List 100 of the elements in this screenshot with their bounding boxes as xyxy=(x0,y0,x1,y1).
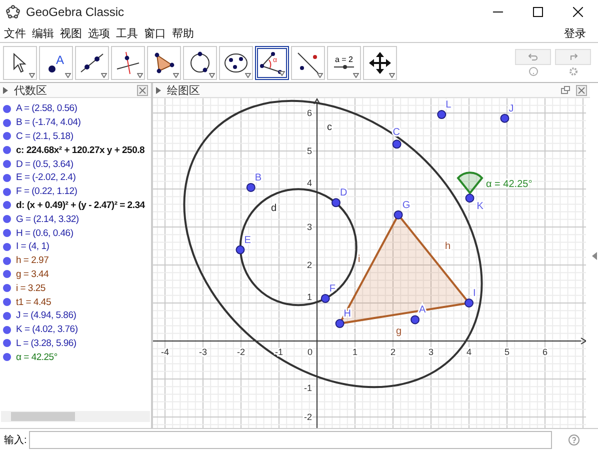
input-field[interactable] xyxy=(28,431,552,449)
close-icon[interactable] xyxy=(576,84,587,96)
algebra-item[interactable]: F = (0.22, 1.12) xyxy=(16,186,78,198)
login-link[interactable]: 登录 xyxy=(564,26,586,40)
visibility-dot[interactable] xyxy=(3,270,11,278)
expand-triangle-icon[interactable] xyxy=(156,86,161,94)
algebra-item[interactable]: L = (3.28, 5.96) xyxy=(16,338,76,349)
visibility-dot[interactable] xyxy=(3,229,11,238)
tool-button[interactable] xyxy=(183,46,217,80)
visibility-dot[interactable] xyxy=(3,188,11,196)
tool-button[interactable]: A xyxy=(39,46,73,80)
perpendicular-line-icon xyxy=(116,50,140,74)
algebra-item[interactable]: D = (0.5, 3.64) xyxy=(16,158,74,170)
horizontal-scrollbar[interactable] xyxy=(1,411,150,422)
menu-item[interactable]: 帮助 xyxy=(172,26,194,40)
axis-label: -1 xyxy=(275,347,283,357)
point[interactable] xyxy=(236,245,245,254)
menu-item[interactable]: 选项 xyxy=(88,26,110,40)
menu-item[interactable]: 工具 xyxy=(116,26,138,40)
curve-label: g xyxy=(396,326,402,337)
tool-button[interactable] xyxy=(111,46,145,80)
visibility-dot[interactable] xyxy=(3,312,11,320)
algebra-item[interactable]: E = (-2.02, 2.4) xyxy=(16,172,76,184)
point[interactable] xyxy=(465,194,474,203)
close-icon[interactable] xyxy=(137,84,148,96)
arrow-cursor-icon xyxy=(12,52,28,72)
axis-label: -2 xyxy=(304,412,312,422)
tool-button[interactable] xyxy=(75,46,109,80)
tool-button[interactable] xyxy=(147,46,181,80)
circle-icon xyxy=(188,50,212,74)
panel-title: 代数区 xyxy=(14,84,48,98)
algebra-item[interactable]: B = (-1.74, 4.04) xyxy=(16,117,81,128)
input-label: 输入: xyxy=(4,434,27,447)
undock-icon[interactable] xyxy=(561,86,570,94)
visibility-dot[interactable] xyxy=(3,132,11,140)
algebra-item[interactable]: K = (4.02, 3.76) xyxy=(16,324,78,336)
point[interactable] xyxy=(500,114,510,123)
algebra-item[interactable]: H = (0.6, 0.46) xyxy=(16,228,74,239)
caret-icon xyxy=(101,72,107,78)
undo-button[interactable] xyxy=(515,49,551,65)
visibility-dot[interactable] xyxy=(3,215,11,224)
visibility-dot[interactable] xyxy=(3,160,11,168)
tool-button[interactable] xyxy=(363,46,397,80)
visibility-dot[interactable] xyxy=(3,104,11,113)
caret-icon xyxy=(353,72,359,78)
axis-label: -3 xyxy=(199,347,207,357)
side-panel-arrow-icon[interactable] xyxy=(592,252,596,260)
algebra-item[interactable]: G = (2.14, 3.32) xyxy=(16,214,79,225)
point-label: E xyxy=(244,234,251,246)
point[interactable] xyxy=(394,210,403,220)
point[interactable] xyxy=(392,140,402,149)
tool-button[interactable]: a = 2 xyxy=(327,46,361,80)
visibility-dot[interactable] xyxy=(3,174,11,182)
algebra-item[interactable]: I = (4, 1) xyxy=(16,241,50,252)
visibility-dot[interactable] xyxy=(3,242,11,251)
point-icon xyxy=(48,64,56,72)
axis-label: 2 xyxy=(390,347,396,357)
algebra-item[interactable]: d: (x + 0.49)² + (y - 2.47)² = 2.34 xyxy=(16,200,145,211)
algebra-item[interactable]: C = (2.1, 5.18) xyxy=(16,130,74,142)
axis-label: 3 xyxy=(306,222,312,232)
point[interactable] xyxy=(410,315,420,324)
menu-item[interactable]: 视图 xyxy=(60,26,82,40)
algebra-item[interactable]: t1 = 4.45 xyxy=(16,296,51,308)
visibility-dot[interactable] xyxy=(3,201,11,210)
menu-item[interactable]: 窗口 xyxy=(144,26,166,40)
algebra-item[interactable]: A = (2.58, 0.56) xyxy=(16,103,78,114)
visibility-dot[interactable] xyxy=(3,326,11,334)
algebra-item[interactable]: J = (4.94, 5.86) xyxy=(16,310,76,322)
point[interactable] xyxy=(246,182,256,192)
caret-icon xyxy=(245,72,251,78)
axis-label: 5 xyxy=(306,146,312,156)
point[interactable] xyxy=(335,319,344,328)
point[interactable] xyxy=(320,294,330,303)
tool-button[interactable] xyxy=(219,46,253,80)
help-icon[interactable] xyxy=(568,434,580,446)
algebra-item[interactable]: g = 3.44 xyxy=(16,268,49,280)
point[interactable] xyxy=(332,198,340,208)
algebra-item[interactable]: i = 3.25 xyxy=(16,282,46,294)
visibility-dot[interactable] xyxy=(3,353,11,362)
visibility-dot[interactable] xyxy=(3,256,11,265)
caret-icon xyxy=(209,72,215,78)
algebra-item[interactable]: h = 2.97 xyxy=(16,255,49,266)
visibility-dot[interactable] xyxy=(3,146,11,154)
visibility-dot[interactable] xyxy=(3,339,11,348)
tool-button[interactable] xyxy=(3,46,37,80)
point[interactable] xyxy=(437,110,446,120)
menu-item[interactable]: 编辑 xyxy=(32,26,54,40)
caret-icon xyxy=(389,72,395,78)
menu-item[interactable]: 文件 xyxy=(4,26,26,40)
visibility-dot[interactable] xyxy=(3,284,11,292)
angle-marker xyxy=(457,172,483,194)
panel-title: 绘图区 xyxy=(167,84,201,98)
axis-label: 1 xyxy=(352,347,358,357)
point[interactable] xyxy=(464,298,474,308)
expand-triangle-icon[interactable] xyxy=(3,86,8,94)
visibility-dot[interactable] xyxy=(3,118,11,127)
algebra-item[interactable]: c: 224.68x² + 120.27x y + 250.8 xyxy=(16,144,145,156)
algebra-item[interactable]: α = 42.25° xyxy=(16,352,58,363)
tool-button[interactable] xyxy=(291,46,325,80)
visibility-dot[interactable] xyxy=(3,298,11,306)
